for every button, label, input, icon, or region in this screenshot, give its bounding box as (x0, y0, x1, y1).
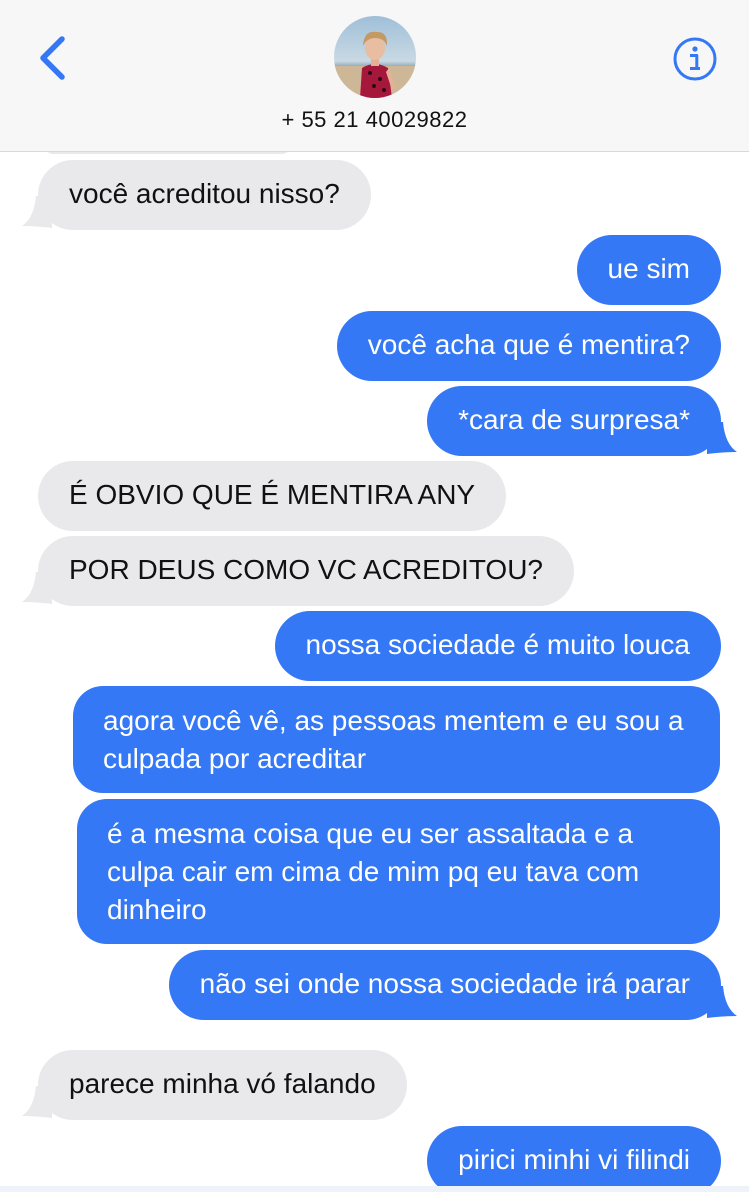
contact-photo (334, 16, 416, 98)
message-text: ue sim (607, 253, 690, 284)
message-bubble-outgoing[interactable]: não sei onde nossa sociedade irá parar (168, 950, 721, 1020)
message-bubble-outgoing[interactable]: é a mesma coisa que eu ser assaltada e a… (77, 799, 720, 944)
message-bubble-incoming[interactable]: POR DEUS COMO VC ACREDITOU? (38, 536, 575, 606)
message-text: não sei onde nossa sociedade irá parar (199, 968, 690, 999)
chevron-left-icon (40, 36, 65, 80)
bubble-tail (707, 422, 737, 454)
contact-number[interactable]: + 55 21 40029822 (0, 107, 749, 133)
message-bubble-outgoing[interactable]: *cara de surpresa* (427, 386, 721, 456)
message-text: POR DEUS COMO VC ACREDITOU? (69, 554, 544, 585)
message-text: parece minha vó falando (69, 1068, 376, 1099)
info-circle-icon (673, 37, 717, 81)
bubble-tail (22, 572, 52, 604)
message-text: você acreditou nisso? (69, 178, 340, 209)
message-text: é a mesma coisa que eu ser assaltada e a… (107, 818, 640, 925)
message-text: É OBVIO QUE É MENTIRA ANY (69, 479, 476, 510)
message-bubble-outgoing[interactable]: nossa sociedade é muito louca (274, 611, 721, 681)
message-bubble-incoming[interactable]: É OBVIO QUE É MENTIRA ANY (38, 461, 507, 531)
back-button[interactable] (34, 33, 74, 83)
info-button[interactable] (672, 36, 718, 82)
message-bubble-incoming[interactable]: você acreditou nisso? (38, 160, 371, 230)
message-bubble-outgoing[interactable]: ue sim (576, 235, 721, 305)
message-bubble-outgoing[interactable]: você acha que é mentira? (336, 311, 721, 381)
message-text: pirici minhi vi filindi (458, 1144, 690, 1175)
conversation-header: + 55 21 40029822 (0, 0, 749, 152)
message-bubble-partial[interactable] (45, 152, 290, 154)
message-thread: você acreditou nisso? ue sim você acha q… (0, 152, 749, 1192)
bubble-tail (22, 196, 52, 228)
message-text: agora você vê, as pessoas mentem e eu so… (103, 705, 684, 774)
bubble-tail (707, 986, 737, 1018)
message-bubble-outgoing[interactable]: pirici minhi vi filindi (427, 1126, 721, 1192)
bubble-tail (22, 1086, 52, 1118)
message-text: você acha que é mentira? (367, 329, 690, 360)
contact-avatar[interactable] (334, 16, 416, 98)
message-text: nossa sociedade é muito louca (305, 629, 690, 660)
message-text: *cara de surpresa* (458, 404, 690, 435)
bottom-edge (0, 1186, 749, 1192)
message-bubble-incoming[interactable]: parece minha vó falando (38, 1050, 407, 1120)
message-bubble-outgoing[interactable]: agora você vê, as pessoas mentem e eu so… (73, 686, 720, 793)
